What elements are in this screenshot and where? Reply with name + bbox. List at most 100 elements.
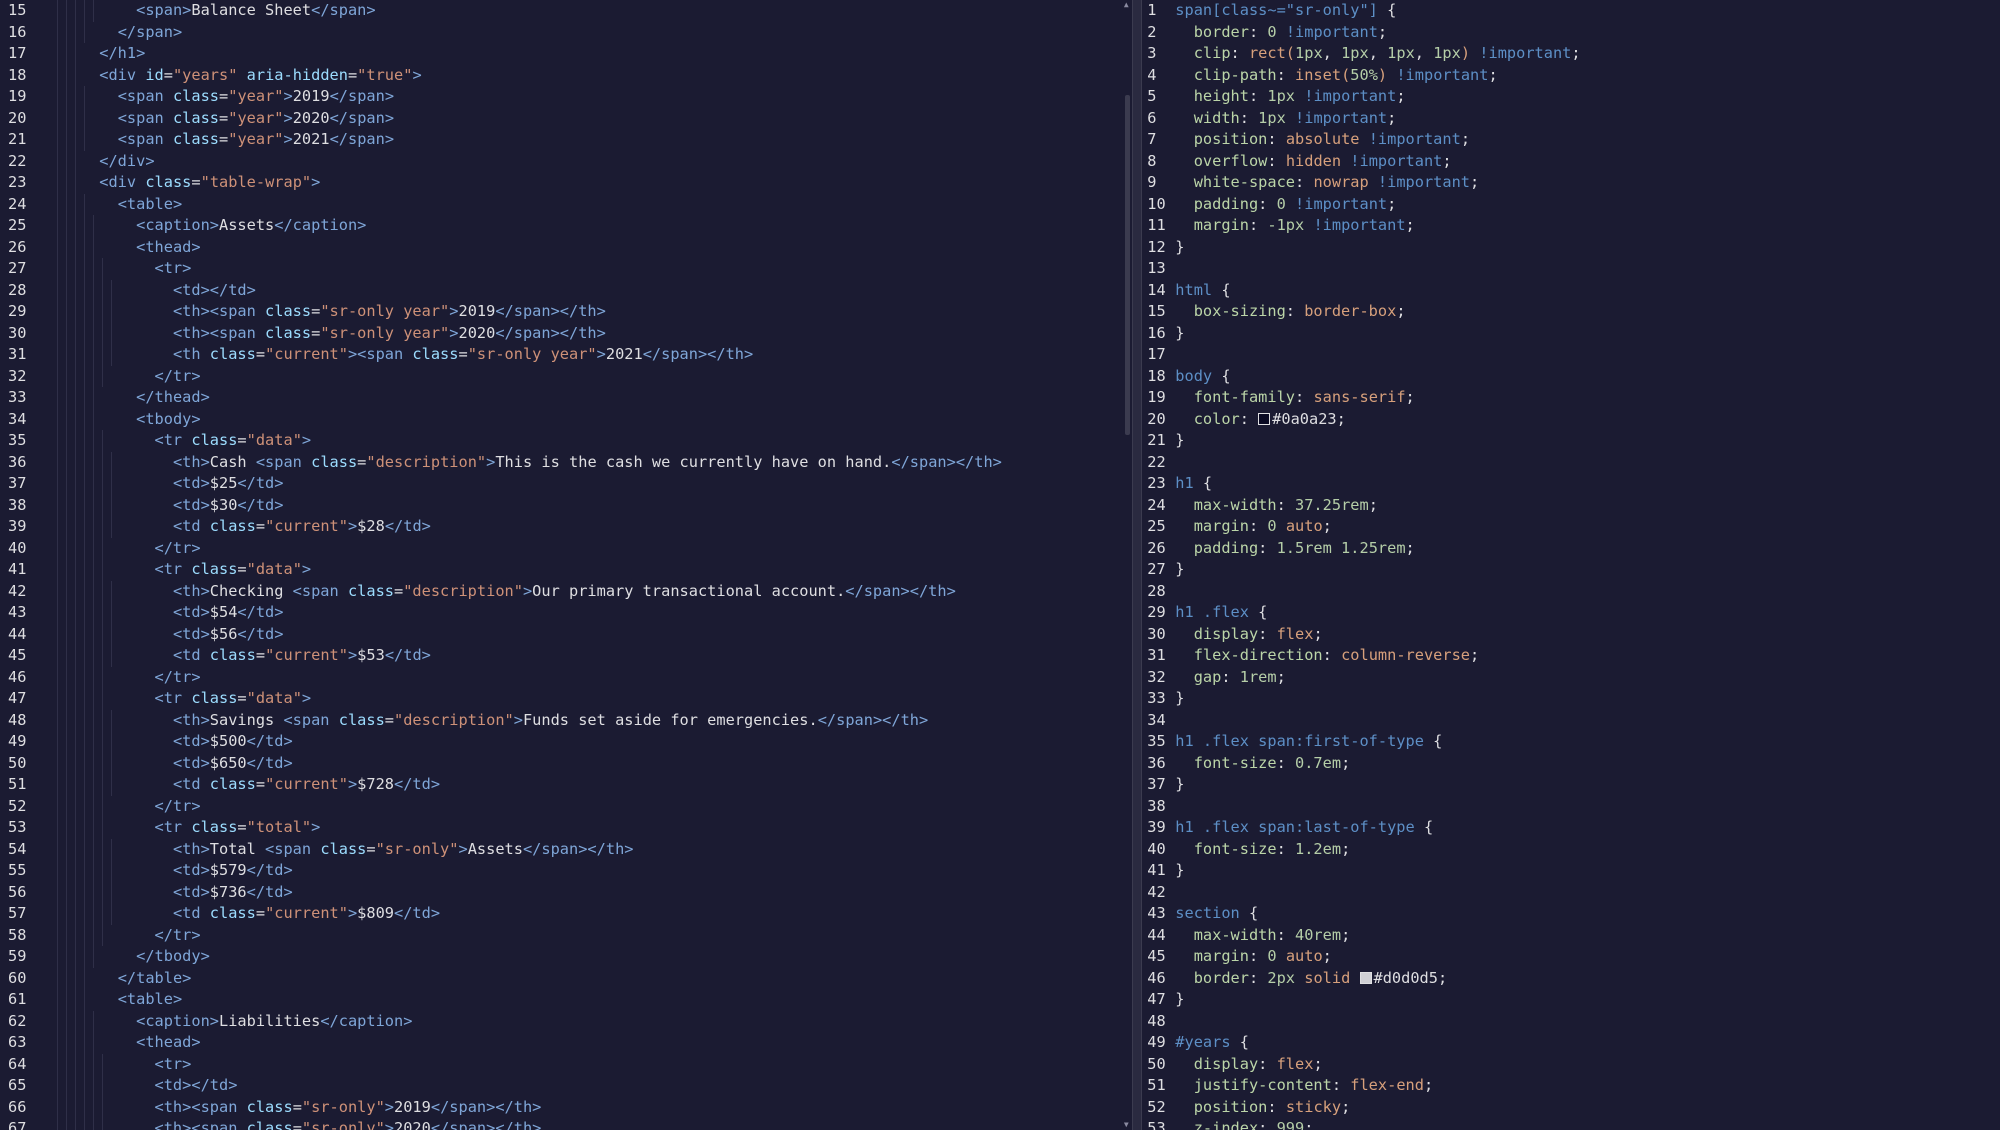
code-token: $28	[357, 517, 385, 535]
code-token: "sr-only"	[375, 839, 459, 858]
code-token: !important	[1341, 151, 1443, 170]
indent-guide	[83, 623, 85, 645]
css-editor-pane[interactable]: 1 span[class~="sr-only"] {2 border: 0 !im…	[1142, 0, 2000, 1130]
html-editor-pane[interactable]: 15 <span>Balance Sheet</span> 16 </span> 1…	[0, 0, 1133, 1130]
code-token: hidden	[1285, 151, 1342, 170]
indent-guide	[101, 430, 103, 452]
html-scrollbar[interactable]: ▲ ▼	[1120, 0, 1133, 1130]
code-content: <caption>Assets</caption>	[44, 215, 1132, 237]
indent-guide	[110, 881, 112, 903]
line-number: 65	[8, 1076, 27, 1094]
code-token: :	[1267, 151, 1286, 170]
line-number: 21	[8, 130, 27, 148]
code-content: <td>$25</td>	[44, 473, 1132, 495]
color-swatch-icon[interactable]	[1359, 971, 1372, 984]
indent-guide	[92, 1053, 94, 1075]
css-line: 26 padding: 1.5rem 1.25rem;	[1142, 538, 2000, 560]
code-content: <tr class="data">	[44, 559, 1132, 581]
line-number: 48	[8, 710, 27, 729]
indent-guide	[56, 473, 58, 495]
code-token: >	[596, 345, 606, 363]
indent-guide	[110, 301, 112, 323]
code-token: </tr>	[154, 925, 201, 944]
code-token: </span>	[329, 130, 395, 148]
line-number: 52	[1147, 1097, 1166, 1116]
indent-guide	[92, 1032, 94, 1054]
code-token: #d0d0d5	[1373, 968, 1438, 987]
scroll-up-icon[interactable]: ▲	[1122, 0, 1130, 10]
html-line: 62 <caption>Liabilities</caption>	[0, 1010, 1132, 1032]
indent-guide	[92, 387, 94, 409]
code-token: 1px	[1267, 87, 1296, 105]
code-token: <th><span	[154, 1119, 247, 1130]
line-number: 47	[1147, 990, 1166, 1008]
code-token: auto	[1276, 517, 1323, 535]
code-token: <div	[99, 173, 146, 191]
code-token: <tr	[154, 818, 192, 836]
indent-guide	[65, 903, 67, 925]
line-number: 37	[8, 474, 27, 492]
code-token: white-space	[1175, 173, 1296, 191]
code-token: class	[265, 302, 312, 320]
indent-guide	[110, 731, 112, 753]
indent-guide	[56, 451, 58, 473]
code-token: >	[311, 173, 321, 191]
indent-guide	[74, 365, 76, 387]
css-line: 5 height: 1px !important;	[1142, 86, 2000, 108]
css-line: 42	[1142, 882, 2000, 904]
code-token: "sr-only year"	[467, 345, 597, 363]
indent-guide	[56, 817, 58, 839]
code-token: <th>	[172, 839, 210, 858]
code-content: <th>Checking <span class="description">O…	[44, 580, 1132, 602]
code-token: class	[412, 345, 459, 363]
indent-guide	[74, 752, 76, 774]
css-line: 2 border: 0 !important;	[1142, 22, 2000, 44]
code-token: :	[1258, 1119, 1277, 1130]
code-content: </tr>	[44, 795, 1132, 817]
line-number: 28	[1147, 581, 1166, 600]
css-line: 35 h1 .flex span:first-of-type {	[1142, 731, 2000, 753]
indent-guide	[92, 709, 94, 731]
code-token: column-reverse	[1341, 646, 1470, 664]
code-token: flex	[1276, 1054, 1314, 1073]
code-token: ;	[1460, 130, 1471, 148]
indent-guide	[92, 924, 94, 946]
scroll-down-icon[interactable]: ▼	[1122, 1120, 1130, 1130]
code-content: max-width: 40rem;	[1175, 925, 2000, 947]
code-content: <td>$579</td>	[44, 860, 1132, 882]
indent-guide	[74, 774, 76, 796]
line-number: 26	[8, 237, 27, 256]
code-content: </tr>	[44, 666, 1132, 688]
code-token: nowrap	[1313, 173, 1369, 191]
html-line: 20 <span class="year">2020</span>	[0, 107, 1132, 129]
code-token: ;	[1377, 22, 1388, 41]
indent-guide	[56, 322, 58, 344]
indent-guide	[56, 580, 58, 602]
pane-divider[interactable]	[1132, 0, 1143, 1130]
code-token: <span	[117, 87, 173, 105]
code-token: font-size	[1175, 839, 1277, 858]
indent-guide	[83, 731, 85, 753]
code-token: <span	[292, 581, 348, 600]
line-number: 9	[1147, 173, 1157, 191]
css-line: 49 #years {	[1142, 1032, 2000, 1054]
code-token: 50%	[1350, 65, 1378, 84]
code-token: {	[1414, 818, 1434, 836]
indent-guide	[101, 559, 103, 581]
html-scroll-thumb[interactable]	[1125, 95, 1131, 435]
html-line: 39 <td class="current">$28</td>	[0, 516, 1132, 538]
code-token: <span	[117, 130, 173, 148]
indent-guide	[74, 430, 76, 452]
code-token: )	[1377, 65, 1388, 84]
code-token: >	[301, 689, 312, 707]
code-token: Savings	[209, 710, 284, 729]
color-swatch-icon[interactable]	[1258, 412, 1271, 425]
code-token: ;	[1341, 1097, 1351, 1116]
line-number: 23	[8, 173, 27, 191]
code-token: :	[1248, 216, 1268, 234]
code-token: ;	[1396, 87, 1406, 105]
code-content: <th><span class="sr-only">2020</span></t…	[44, 1118, 1132, 1130]
code-token: ><span	[347, 345, 413, 363]
code-token: >	[522, 581, 533, 600]
code-token: $53	[357, 646, 385, 664]
